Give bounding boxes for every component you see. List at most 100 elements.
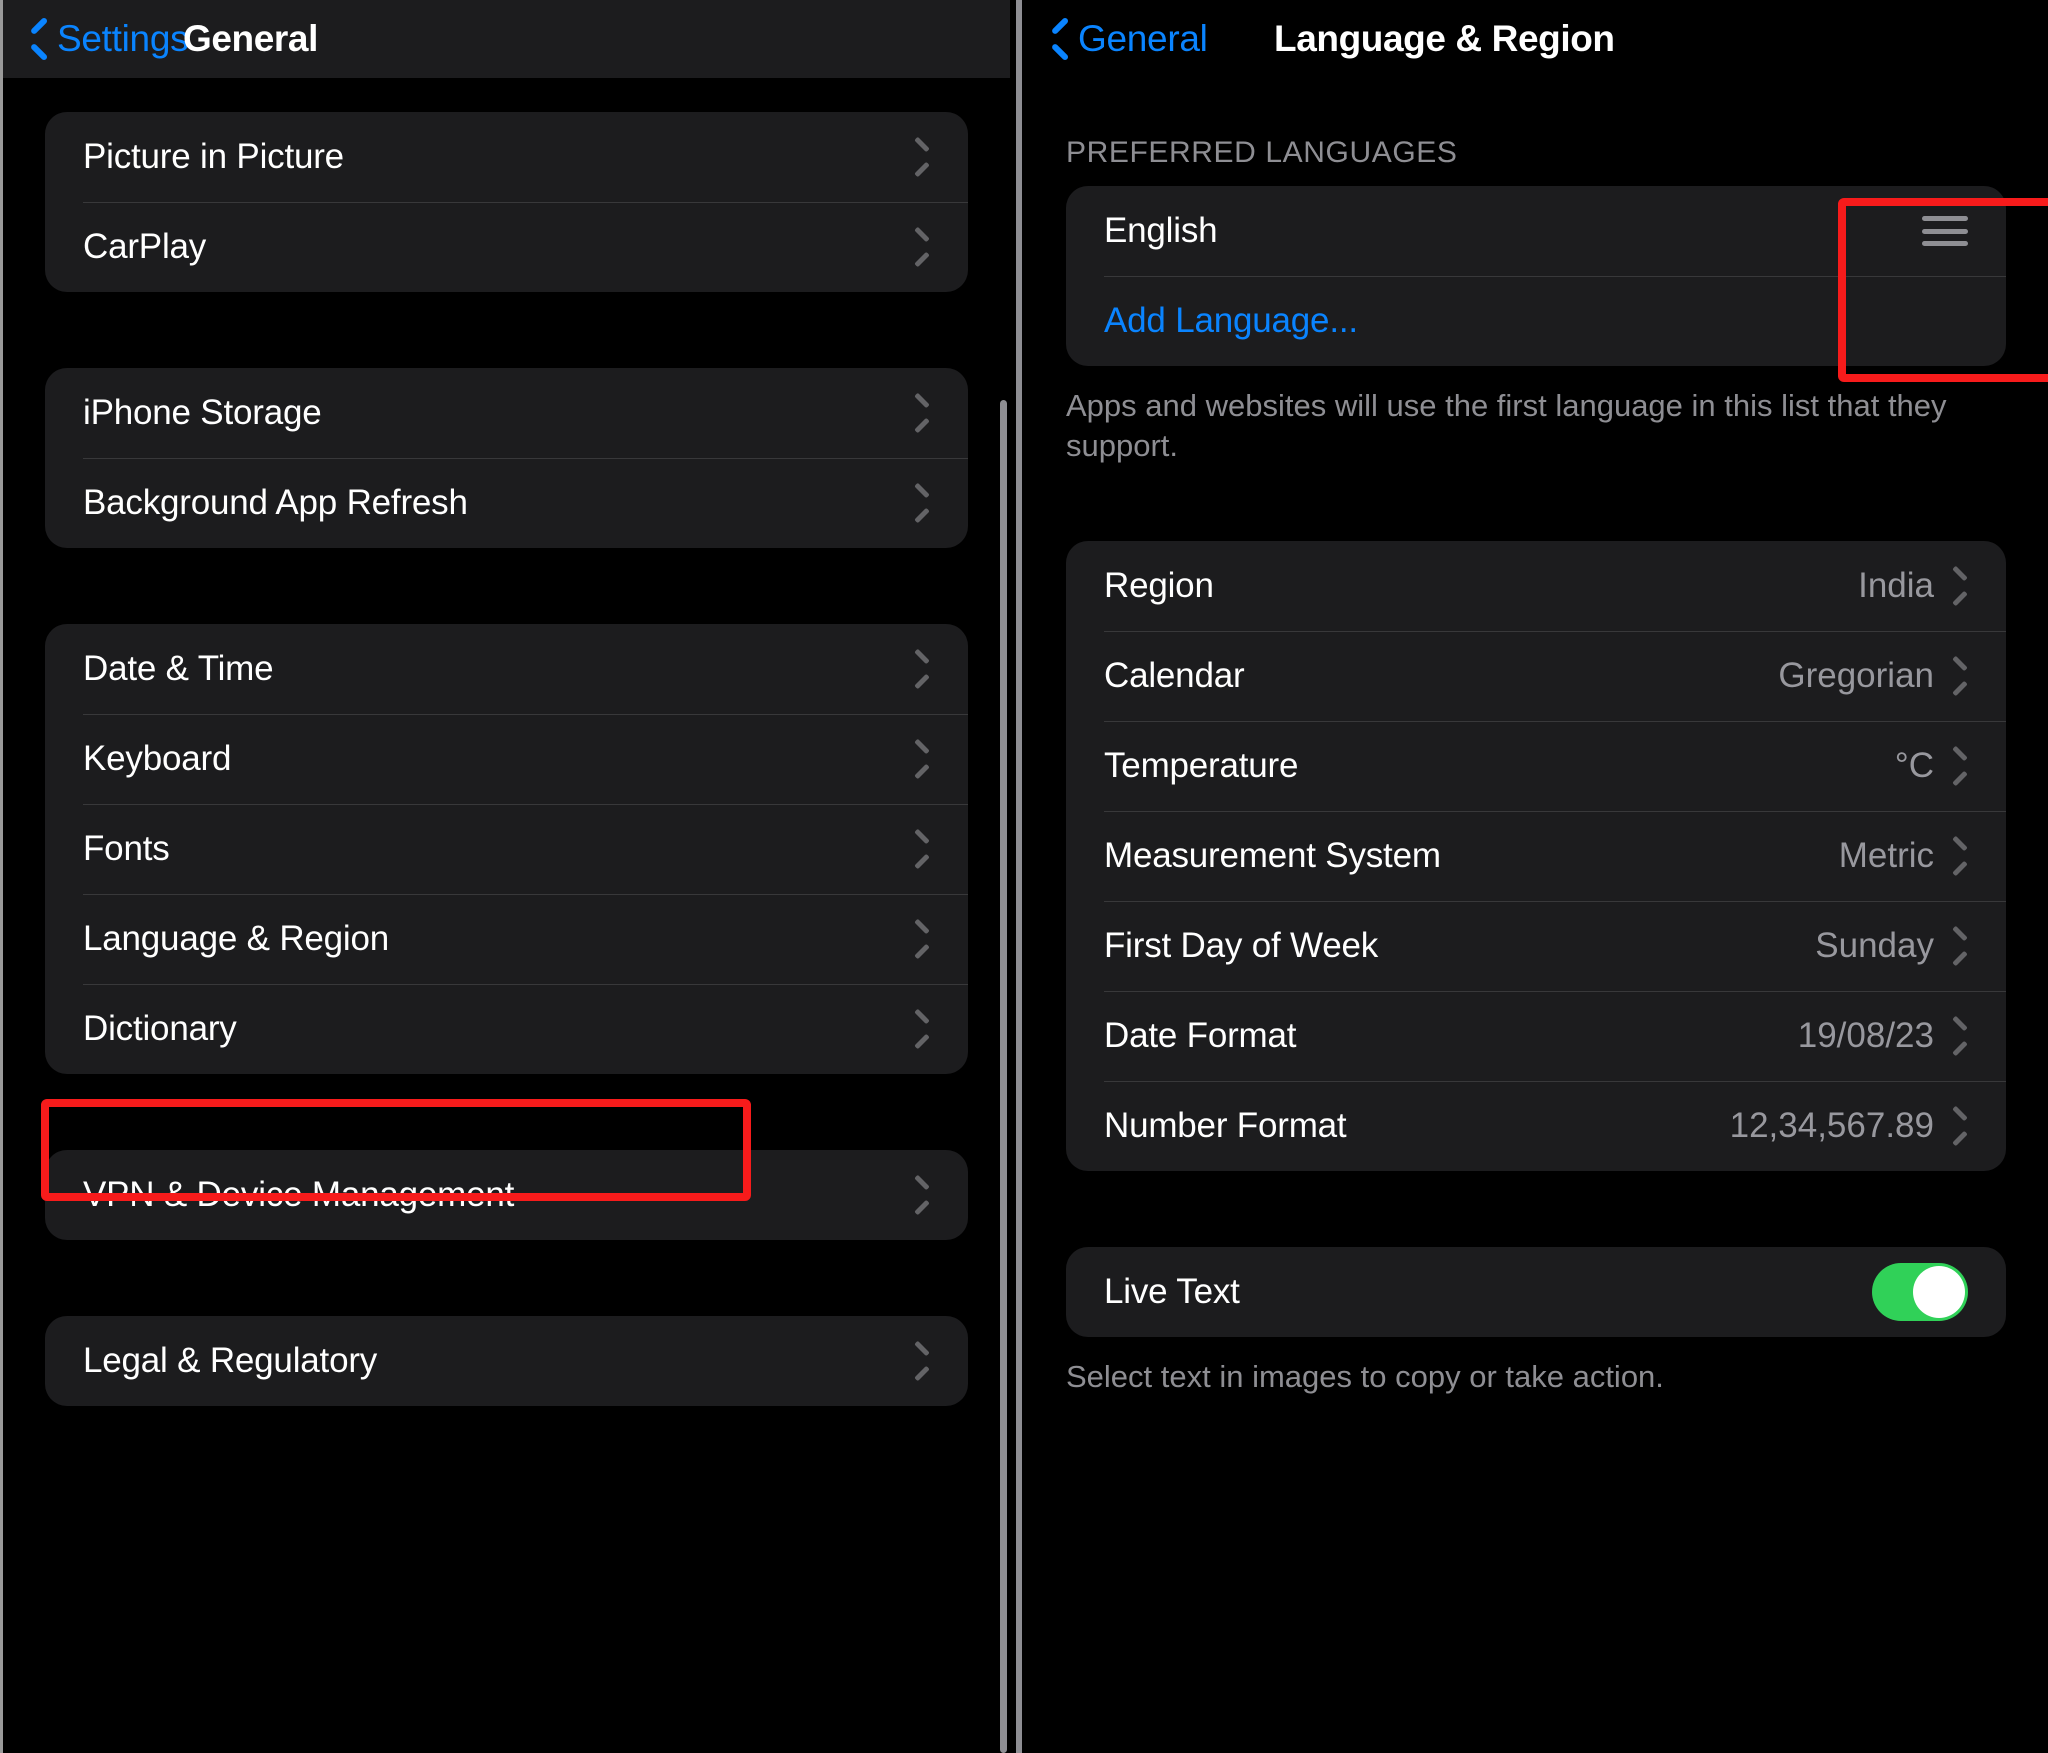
chevron-right-icon	[916, 234, 930, 260]
chevron-right-icon	[1954, 1023, 1968, 1049]
row-add-language[interactable]: Add Language...	[1066, 276, 2006, 366]
right-settings-list: PREFERRED LANGUAGES English Add Language…	[1024, 78, 2048, 1397]
row-label: Picture in Picture	[83, 137, 344, 176]
row-number-format[interactable]: Number Format 12,34,567.89	[1066, 1081, 2006, 1171]
row-label: VPN & Device Management	[83, 1175, 515, 1214]
back-button-label: General	[1078, 18, 1208, 59]
row-value: India	[1858, 566, 1934, 606]
chevron-right-icon	[916, 490, 930, 516]
row-label: Background App Refresh	[83, 483, 468, 522]
row-date-and-time[interactable]: Date & Time	[45, 624, 968, 714]
row-legal-regulatory[interactable]: Legal & Regulatory	[45, 1316, 968, 1406]
chevron-right-icon	[916, 400, 930, 426]
settings-group-storage: iPhone Storage Background App Refresh	[45, 368, 968, 548]
row-keyboard[interactable]: Keyboard	[45, 714, 968, 804]
row-label: Fonts	[83, 829, 170, 868]
chevron-right-icon	[916, 926, 930, 952]
row-label: Date & Time	[83, 649, 274, 688]
row-value: °C	[1894, 746, 1934, 786]
row-label: Region	[1104, 566, 1214, 606]
back-to-general-button[interactable]: General	[1050, 18, 1208, 60]
row-label: First Day of Week	[1104, 926, 1379, 966]
live-text-footer: Select text in images to copy or take ac…	[1066, 1359, 1664, 1395]
chevron-right-icon	[1954, 573, 1968, 599]
chevron-right-icon	[916, 1348, 930, 1374]
chevron-right-icon	[916, 144, 930, 170]
settings-group-vpn: VPN & Device Management	[45, 1150, 968, 1240]
right-navigation-bar: General Language & Region	[1024, 0, 2048, 78]
row-label: Number Format	[1104, 1106, 1347, 1146]
reorder-handle-icon[interactable]	[1922, 216, 1968, 246]
row-label: CarPlay	[83, 227, 207, 266]
row-label: Language & Region	[83, 919, 390, 958]
row-label: iPhone Storage	[83, 393, 322, 432]
row-background-app-refresh[interactable]: Background App Refresh	[45, 458, 968, 548]
chevron-left-icon	[29, 22, 49, 56]
chevron-right-icon	[1954, 663, 1968, 689]
row-label: Live Text	[1104, 1272, 1240, 1312]
chevron-right-icon	[1954, 753, 1968, 779]
row-calendar[interactable]: Calendar Gregorian	[1066, 631, 2006, 721]
chevron-left-icon	[1050, 22, 1070, 56]
preferred-languages-header: PREFERRED LANGUAGES	[1066, 136, 1458, 169]
row-label: Legal & Regulatory	[83, 1341, 378, 1380]
row-region[interactable]: Region India	[1066, 541, 2006, 631]
toggle-knob	[1913, 1266, 1965, 1319]
chevron-right-icon	[916, 746, 930, 772]
row-label: Measurement System	[1104, 836, 1441, 876]
row-label: Temperature	[1104, 746, 1299, 786]
row-label: Add Language...	[1104, 301, 1358, 340]
row-value: 12,34,567.89	[1729, 1106, 1934, 1146]
chevron-right-icon	[916, 656, 930, 682]
settings-group-localization: Date & Time Keyboard Fonts Language & Re…	[45, 624, 968, 1074]
row-label: Dictionary	[83, 1009, 237, 1048]
page-title: Language & Region	[1274, 18, 1615, 59]
row-value: Metric	[1838, 836, 1934, 876]
chevron-right-icon	[916, 1016, 930, 1042]
row-first-day-of-week[interactable]: First Day of Week Sunday	[1066, 901, 2006, 991]
panel-divider	[1016, 0, 1022, 1753]
language-region-panel: General Language & Region PREFERRED LANG…	[1024, 0, 2048, 1753]
row-picture-in-picture[interactable]: Picture in Picture	[45, 112, 968, 202]
row-iphone-storage[interactable]: iPhone Storage	[45, 368, 968, 458]
row-english-language[interactable]: English	[1066, 186, 2006, 276]
left-navigation-bar: Settings General	[3, 0, 1010, 78]
preferred-languages-card: English Add Language...	[1066, 186, 2006, 366]
back-button-label: Settings	[57, 18, 189, 59]
chevron-right-icon	[1954, 933, 1968, 959]
chevron-right-icon	[1954, 843, 1968, 869]
row-dictionary[interactable]: Dictionary	[45, 984, 968, 1074]
row-label: Date Format	[1104, 1016, 1297, 1056]
row-fonts[interactable]: Fonts	[45, 804, 968, 894]
left-panel-scrollbar[interactable]	[1000, 400, 1007, 1753]
chevron-right-icon	[916, 1182, 930, 1208]
row-date-format[interactable]: Date Format 19/08/23	[1066, 991, 2006, 1081]
row-temperature[interactable]: Temperature °C	[1066, 721, 2006, 811]
chevron-right-icon	[916, 836, 930, 862]
back-to-settings-button[interactable]: Settings	[29, 18, 189, 60]
row-value: Gregorian	[1778, 656, 1934, 696]
live-text-card: Live Text	[1066, 1247, 2006, 1338]
left-settings-list: Picture in Picture CarPlay iPhone Storag…	[3, 78, 1010, 1406]
live-text-toggle[interactable]	[1872, 1263, 1968, 1322]
settings-group-media: Picture in Picture CarPlay	[45, 112, 968, 292]
general-settings-panel: Settings General Picture in Picture CarP…	[0, 0, 1010, 1753]
row-measurement-system[interactable]: Measurement System Metric	[1066, 811, 2006, 901]
page-title: General	[183, 18, 318, 59]
row-language-and-region[interactable]: Language & Region	[45, 894, 968, 984]
row-label: Calendar	[1104, 656, 1245, 696]
row-carplay[interactable]: CarPlay	[45, 202, 968, 292]
chevron-right-icon	[1954, 1113, 1968, 1139]
row-vpn-device-management[interactable]: VPN & Device Management	[45, 1150, 968, 1240]
row-live-text[interactable]: Live Text	[1066, 1247, 2006, 1337]
region-settings-card: Region India Calendar Gregorian Temperat…	[1066, 541, 2006, 1172]
screenshot-stage: Settings General Picture in Picture CarP…	[0, 0, 2048, 1753]
